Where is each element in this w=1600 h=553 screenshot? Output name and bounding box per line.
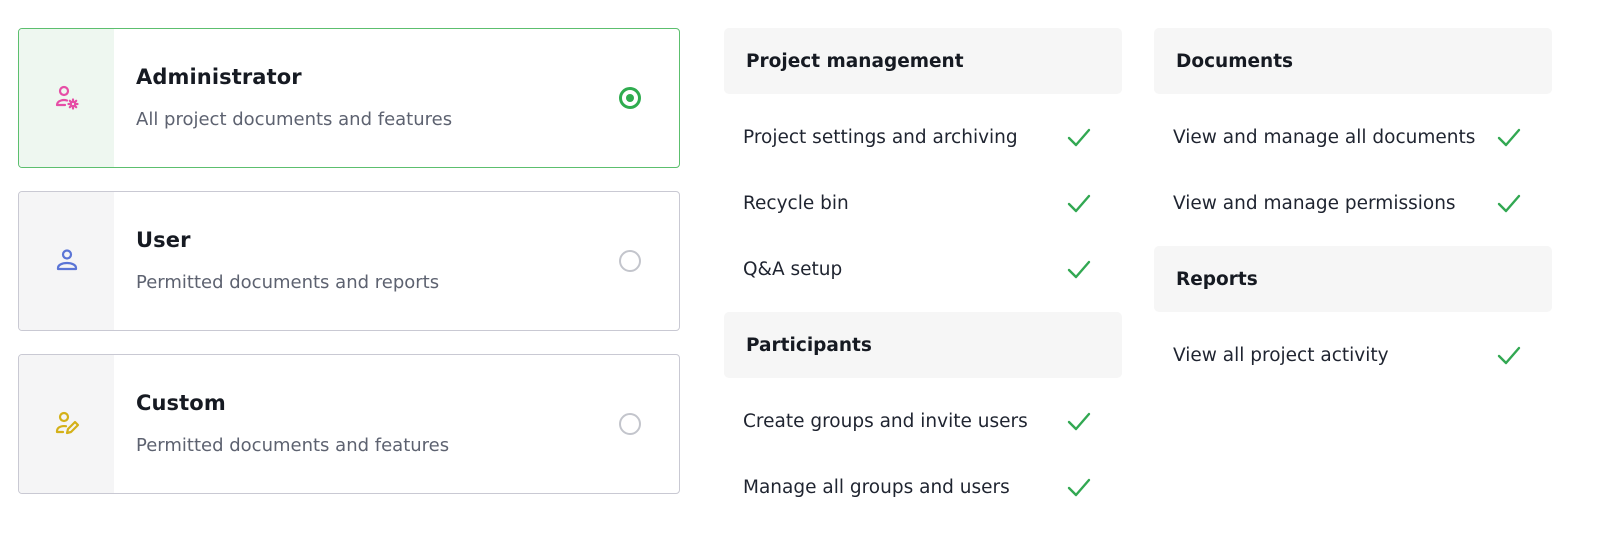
permission-item: View and manage permissions: [1154, 170, 1552, 236]
icon-panel: [19, 29, 114, 167]
permission-label: Recycle bin: [743, 192, 849, 214]
checkmark-icon: [1067, 476, 1091, 498]
permission-item: Q&A setup: [724, 236, 1122, 302]
permission-list: View and manage all documents View and ma…: [1154, 94, 1552, 246]
checkmark-icon: [1497, 344, 1521, 366]
permission-label: Project settings and archiving: [743, 126, 1018, 148]
permission-list: Project settings and archiving Recycle bi…: [724, 94, 1122, 312]
role-title: Custom: [136, 391, 226, 415]
checkmark-icon: [1067, 192, 1091, 214]
role-title: Administrator: [136, 65, 302, 89]
checkmark-icon: [1067, 258, 1091, 280]
permission-label: View and manage all documents: [1173, 126, 1476, 148]
role-radio-custom[interactable]: [619, 413, 641, 435]
role-selector: Administrator All project documents and …: [18, 28, 680, 517]
role-description: Permitted documents and features: [136, 435, 450, 456]
role-card-user[interactable]: User Permitted documents and reports: [18, 191, 680, 331]
checkmark-icon: [1067, 410, 1091, 432]
user-icon: [56, 249, 77, 271]
user-edit-icon: [55, 411, 79, 435]
permission-list: View all project activity: [1154, 312, 1552, 398]
permission-label: View and manage permissions: [1173, 192, 1456, 214]
permission-item: View and manage all documents: [1154, 104, 1552, 170]
role-radio-user[interactable]: [619, 250, 641, 272]
permission-label: Manage all groups and users: [743, 476, 1010, 498]
permission-label: View all project activity: [1173, 344, 1389, 366]
role-description: Permitted documents and reports: [136, 272, 440, 293]
icon-panel: [19, 192, 114, 330]
checkmark-icon: [1497, 192, 1521, 214]
permission-item: View all project activity: [1154, 322, 1552, 388]
role-card-administrator[interactable]: Administrator All project documents and …: [18, 28, 680, 168]
role-description: All project documents and features: [136, 109, 453, 130]
permission-item: Create groups and invite users: [724, 388, 1122, 454]
section-header: Participants: [724, 312, 1122, 378]
section-header: Project management: [724, 28, 1122, 94]
role-title: User: [136, 228, 191, 252]
permission-label: Q&A setup: [743, 258, 843, 280]
permissions-column-2: Documents View and manage all documents Vi…: [1154, 28, 1552, 398]
section-header: Documents: [1154, 28, 1552, 94]
role-card-custom[interactable]: Custom Permitted documents and features: [18, 354, 680, 494]
permission-label: Create groups and invite users: [743, 410, 1028, 432]
permission-item: Manage all groups and users: [724, 454, 1122, 520]
permission-item: Recycle bin: [724, 170, 1122, 236]
permission-list: Create groups and invite users Manage all…: [724, 378, 1122, 530]
permissions-column-1: Project management Project settings and a…: [724, 28, 1122, 530]
permission-item: Project settings and archiving: [724, 104, 1122, 170]
checkmark-icon: [1497, 126, 1521, 148]
user-gear-icon: [55, 85, 79, 110]
role-radio-administrator[interactable]: [619, 87, 641, 109]
icon-panel: [19, 355, 114, 493]
section-header: Reports: [1154, 246, 1552, 312]
checkmark-icon: [1067, 126, 1091, 148]
